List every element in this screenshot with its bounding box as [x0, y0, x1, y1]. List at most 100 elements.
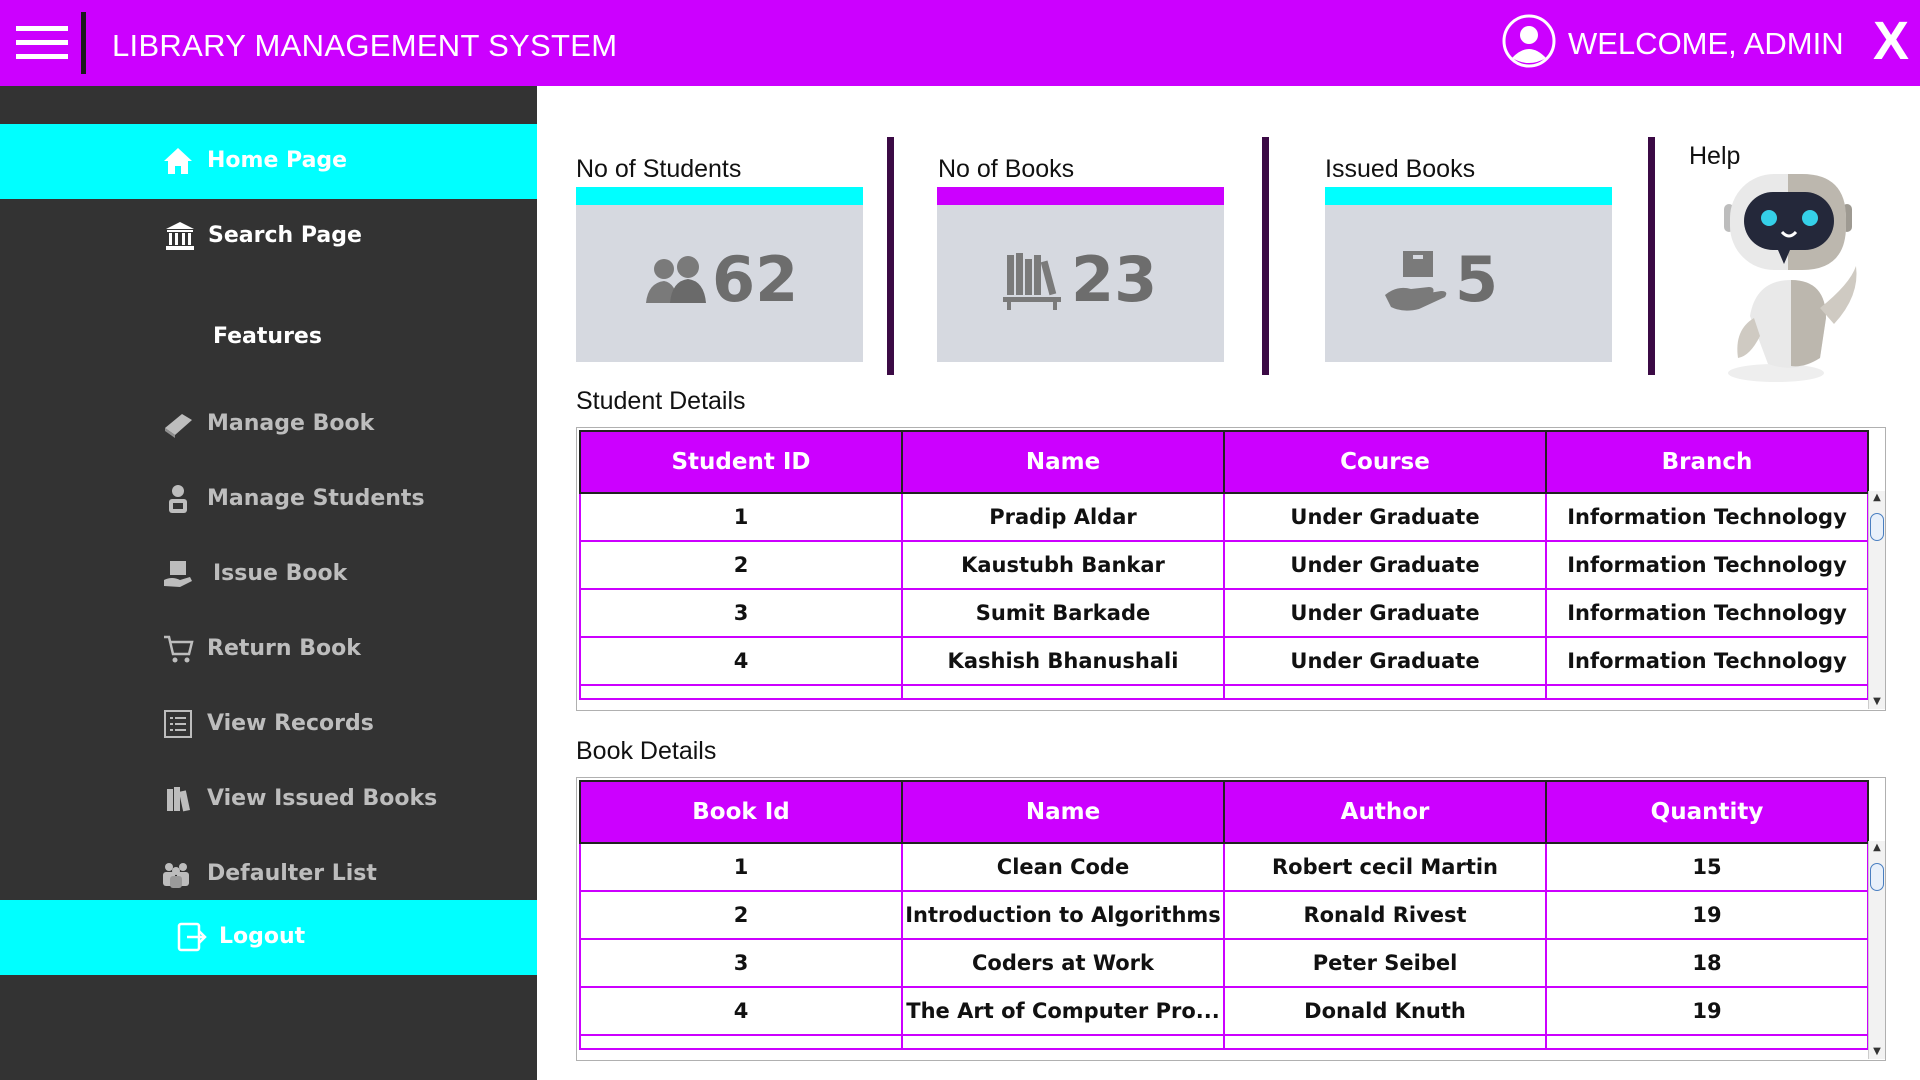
table-cell: 15: [1545, 842, 1869, 892]
scroll-thumb[interactable]: [1870, 513, 1884, 541]
table-row[interactable]: 3 Sumit Barkade Under Graduate Informati…: [579, 588, 1869, 638]
bookshelf-icon: [1003, 253, 1061, 310]
sidebar-item-manage-book[interactable]: Manage Book: [0, 387, 537, 462]
logout-button[interactable]: Logout: [0, 900, 537, 975]
table-row[interactable]: 1 Pradip Aldar Under Graduate Informatio…: [579, 492, 1869, 542]
features-heading: Features: [213, 324, 322, 349]
sidebar-item-label: Issue Book: [213, 561, 348, 586]
list-icon: [164, 710, 192, 738]
scroll-down-icon[interactable]: ▼: [1869, 1045, 1885, 1059]
cart-icon: [164, 635, 194, 663]
book-table: Book Id Name Author Quantity 1 Clean Cod…: [576, 777, 1886, 1061]
table-cell: 3: [579, 588, 903, 638]
table-cell: Ronald Rivest: [1223, 890, 1547, 940]
sidebar-item-label: Home Page: [207, 148, 348, 173]
card-separator: [1648, 137, 1655, 375]
table-row[interactable]: 3 Coders at Work Peter Seibel 18: [579, 938, 1869, 988]
table-row[interactable]: 4 Kashish Bhanushali Under Graduate Info…: [579, 636, 1869, 686]
column-header[interactable]: Student ID: [579, 430, 903, 494]
title-bar: LIBRARY MANAGEMENT SYSTEM WELCOME, ADMIN…: [0, 0, 1920, 86]
table-cell: Kaustubh Bankar: [901, 540, 1225, 590]
table-cell: 1: [579, 492, 903, 542]
scroll-up-icon[interactable]: ▲: [1869, 491, 1885, 505]
column-header[interactable]: Author: [1223, 780, 1547, 844]
column-header[interactable]: Quantity: [1545, 780, 1869, 844]
stat-books-card: 23: [937, 205, 1224, 362]
sidebar: Home Page Search Page Features Manage Bo…: [0, 86, 537, 1080]
book-details-title: Book Details: [576, 737, 717, 765]
column-header[interactable]: Book Id: [579, 780, 903, 844]
sidebar-item-label: Defaulter List: [207, 861, 377, 886]
table-row[interactable]: 4 The Art of Computer Pro... Donald Knut…: [579, 986, 1869, 1036]
group-icon: [163, 863, 189, 888]
student-table: Student ID Name Course Branch 1 Pradip A…: [576, 427, 1886, 711]
sidebar-item-home[interactable]: Home Page: [0, 124, 537, 199]
sidebar-item-view-records[interactable]: View Records: [0, 687, 537, 762]
sidebar-item-issue-book[interactable]: Issue Book: [0, 537, 537, 612]
table-cell: Donald Knuth: [1223, 986, 1547, 1036]
library-icon: [166, 222, 194, 250]
table-cell: 2: [579, 890, 903, 940]
column-header[interactable]: Name: [901, 780, 1225, 844]
table-cell: Information Technology: [1545, 492, 1869, 542]
sidebar-item-label: Manage Book: [207, 411, 375, 436]
books-icon: [167, 787, 190, 812]
stat-students-bar: [576, 187, 863, 205]
table-cell: 2: [579, 540, 903, 590]
table-row-partial: [579, 1034, 1869, 1050]
table-cell: 4: [579, 636, 903, 686]
sidebar-item-label: View Records: [207, 711, 374, 736]
table-cell: 19: [1545, 890, 1869, 940]
header-divider: [81, 12, 86, 74]
scroll-up-icon[interactable]: ▲: [1869, 841, 1885, 855]
table-cell: Sumit Barkade: [901, 588, 1225, 638]
table-cell: Under Graduate: [1223, 636, 1547, 686]
scroll-down-icon[interactable]: ▼: [1869, 695, 1885, 709]
student-table-scrollbar[interactable]: ▲ ▼: [1868, 491, 1885, 709]
sidebar-item-return-book[interactable]: Return Book: [0, 612, 537, 687]
stat-books-label: No of Books: [938, 155, 1075, 183]
stat-issued-bar: [1325, 187, 1612, 205]
book-table-scrollbar[interactable]: ▲ ▼: [1868, 841, 1885, 1059]
sidebar-item-view-issued-books[interactable]: View Issued Books: [0, 762, 537, 837]
student-icon: [169, 485, 187, 513]
table-cell: Introduction to Algorithms: [901, 890, 1225, 940]
table-cell: Information Technology: [1545, 636, 1869, 686]
book-grid: Book Id Name Author Quantity 1 Clean Cod…: [579, 780, 1869, 1050]
scroll-thumb[interactable]: [1870, 863, 1884, 891]
column-header[interactable]: Course: [1223, 430, 1547, 494]
table-cell: 4: [579, 986, 903, 1036]
table-header-row: Student ID Name Course Branch: [579, 430, 1869, 494]
table-row-partial: [579, 684, 1869, 700]
help-label[interactable]: Help: [1689, 142, 1740, 171]
card-separator: [887, 137, 894, 375]
table-cell: Peter Seibel: [1223, 938, 1547, 988]
table-cell: Under Graduate: [1223, 540, 1547, 590]
table-row[interactable]: 2 Kaustubh Bankar Under Graduate Informa…: [579, 540, 1869, 590]
stat-books-bar: [937, 187, 1224, 205]
table-row[interactable]: 1 Clean Code Robert cecil Martin 15: [579, 842, 1869, 892]
sidebar-item-label: Return Book: [207, 636, 361, 661]
stat-issued-label: Issued Books: [1325, 155, 1476, 183]
stat-issued-card: 5: [1325, 205, 1612, 362]
student-details-title: Student Details: [576, 387, 746, 415]
table-cell: The Art of Computer Pro...: [901, 986, 1225, 1036]
stat-issued-value: 5: [1455, 243, 1499, 316]
table-cell: 18: [1545, 938, 1869, 988]
table-cell: Under Graduate: [1223, 492, 1547, 542]
column-header[interactable]: Branch: [1545, 430, 1869, 494]
sidebar-item-search[interactable]: Search Page: [0, 199, 537, 274]
close-button[interactable]: X: [1873, 14, 1909, 68]
stat-students-card: 62: [576, 205, 863, 362]
hand-box-icon: [1385, 251, 1447, 311]
table-row[interactable]: 2 Introduction to Algorithms Ronald Rive…: [579, 890, 1869, 940]
users-icon: [646, 256, 706, 303]
stat-books-value: 23: [1071, 243, 1158, 316]
menu-icon[interactable]: [16, 26, 68, 60]
column-header[interactable]: Name: [901, 430, 1225, 494]
sidebar-item-manage-students[interactable]: Manage Students: [0, 462, 537, 537]
robot-icon[interactable]: [1716, 168, 1866, 390]
table-cell: Coders at Work: [901, 938, 1225, 988]
table-cell: Kashish Bhanushali: [901, 636, 1225, 686]
card-separator: [1262, 137, 1269, 375]
